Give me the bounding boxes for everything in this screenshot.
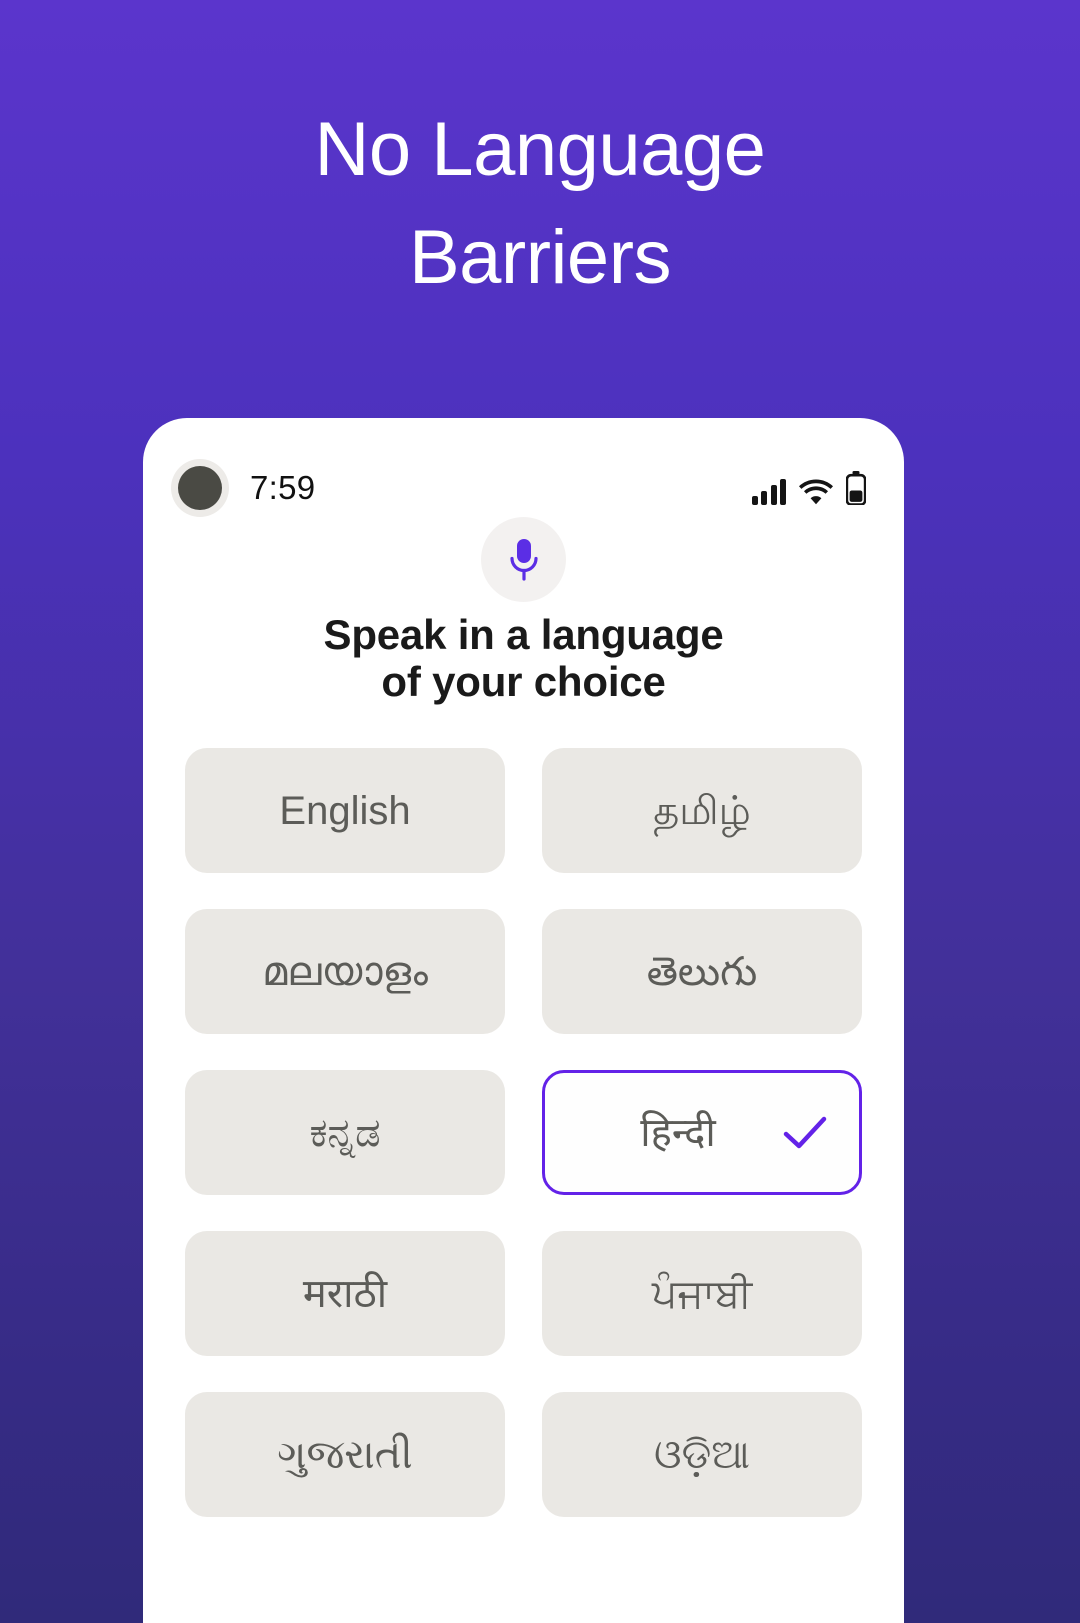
language-button-marathi[interactable]: मराठी (185, 1231, 505, 1356)
avatar-inner (178, 466, 222, 510)
status-bar-clock: 7:59 (250, 469, 316, 506)
check-icon (783, 1116, 827, 1148)
language-label: हिन्दी (640, 1110, 716, 1155)
language-label: தமிழ் (653, 788, 751, 833)
language-button-telugu[interactable]: తెలుగు (542, 909, 862, 1034)
mic-circle-background[interactable] (481, 517, 566, 602)
language-label: ଓଡ଼ିଆ (654, 1432, 750, 1477)
page-headline: No Language Barriers (314, 107, 766, 300)
language-label: മലയാളം (262, 949, 428, 994)
language-label: English (279, 788, 411, 833)
signal-bars-icon (751, 479, 786, 505)
speak-heading: Speak in a language of your choice (323, 611, 724, 705)
language-button-punjabi[interactable]: ਪੰਜਾਬੀ (542, 1231, 862, 1356)
language-label: ಕನ್ನಡ (309, 1110, 381, 1155)
language-button-gujarati[interactable]: ગુજરાતી (185, 1392, 505, 1517)
language-label: ਪੰਜਾਬੀ (651, 1271, 753, 1316)
microphone-icon (509, 538, 538, 581)
mic-icon-container (143, 517, 904, 602)
language-button-hindi[interactable]: हिन्दी (542, 1070, 862, 1195)
language-label: ગુજરાતી (277, 1432, 413, 1477)
language-button-malayalam[interactable]: മലയാളം (185, 909, 505, 1034)
language-label: తెలుగు (646, 949, 758, 994)
language-label: मराठी (302, 1271, 388, 1316)
wifi-icon (799, 479, 833, 505)
status-bar: 7:59 (143, 452, 904, 524)
language-button-english[interactable]: English (185, 748, 505, 873)
status-bar-icons (751, 471, 866, 505)
language-button-tamil[interactable]: தமிழ் (542, 748, 862, 873)
profile-avatar[interactable] (171, 459, 229, 517)
battery-icon (846, 471, 866, 505)
language-button-odia[interactable]: ଓଡ଼ିଆ (542, 1392, 862, 1517)
language-grid: English தமிழ் മലയാളം తెలుగు ಕನ್ನಡ हिन्दी मराठी… (185, 748, 862, 1517)
phone-mockup: 7:59 Speak in a language of your choice … (143, 418, 904, 1623)
language-button-kannada[interactable]: ಕನ್ನಡ (185, 1070, 505, 1195)
